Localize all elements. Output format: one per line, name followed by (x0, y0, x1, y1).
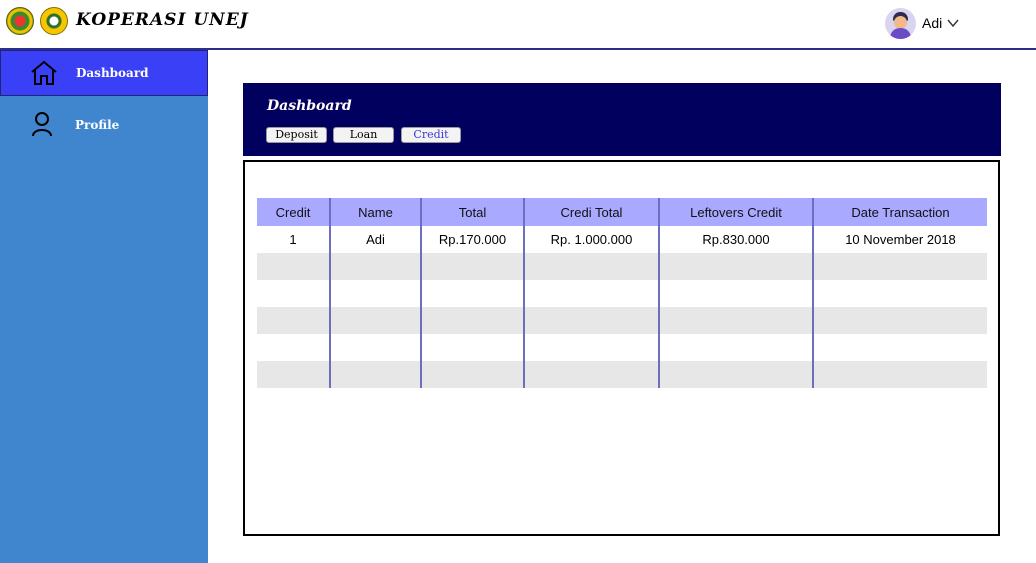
column-header: Date Transaction (812, 198, 987, 226)
table-row (257, 253, 987, 280)
table-cell (420, 361, 524, 388)
column-header: Name (329, 198, 421, 226)
table-cell (257, 307, 330, 334)
column-header: Credit (257, 198, 330, 226)
column-header: Credi Total (523, 198, 659, 226)
table-cell (812, 334, 987, 361)
table-cell (658, 361, 813, 388)
table-cell (420, 253, 524, 280)
table-cell: 10 November 2018 (812, 226, 987, 253)
table-row (257, 280, 987, 307)
home-icon (31, 60, 57, 85)
tab-deposit[interactable]: Deposit (266, 127, 327, 143)
table-cell: Rp.830.000 (658, 226, 813, 253)
user-icon (32, 112, 52, 137)
sidebar: Dashboard Profile (0, 50, 208, 563)
table-cell: Adi (329, 226, 421, 253)
dashboard-panel-header: Dashboard Deposit Loan Credit (243, 83, 1001, 156)
table-cell (523, 334, 659, 361)
page-title: Dashboard (267, 98, 352, 114)
column-header: Leftovers Credit (658, 198, 813, 226)
column-header: Total (420, 198, 524, 226)
chevron-down-icon[interactable] (946, 16, 960, 30)
table-cell (420, 334, 524, 361)
user-menu[interactable]: Adi (885, 7, 960, 39)
table-cell (523, 280, 659, 307)
sidebar-item-label: Dashboard (76, 66, 149, 80)
table-cell: Rp.170.000 (420, 226, 524, 253)
table-cell (257, 253, 330, 280)
table-cell (257, 361, 330, 388)
user-name[interactable]: Adi (922, 15, 942, 31)
credit-table: Credit Name Total Credi Total Leftovers … (257, 198, 987, 388)
table-cell (523, 253, 659, 280)
sidebar-item-label: Profile (75, 118, 120, 132)
avatar[interactable] (885, 7, 916, 39)
table-header-row: Credit Name Total Credi Total Leftovers … (257, 198, 987, 226)
table-cell (329, 253, 421, 280)
table-cell (257, 280, 330, 307)
table-cell (523, 361, 659, 388)
table-cell (523, 307, 659, 334)
table-cell (812, 253, 987, 280)
table-cell (329, 334, 421, 361)
table-cell (329, 307, 421, 334)
top-header: KOPERASI UNEJ Adi (0, 0, 1036, 50)
table-row (257, 334, 987, 361)
table-row: 1 Adi Rp.170.000 Rp. 1.000.000 Rp.830.00… (257, 226, 987, 253)
sidebar-item-profile[interactable]: Profile (0, 102, 208, 148)
sidebar-item-dashboard[interactable]: Dashboard (0, 50, 208, 96)
university-logo (40, 7, 68, 35)
table-cell (812, 280, 987, 307)
brand-title: KOPERASI UNEJ (76, 10, 249, 30)
table-cell (658, 280, 813, 307)
tab-loan[interactable]: Loan (333, 127, 394, 143)
table-cell (420, 280, 524, 307)
table-cell (658, 307, 813, 334)
table-cell (420, 307, 524, 334)
table-row (257, 307, 987, 334)
table-cell (812, 307, 987, 334)
table-cell (329, 361, 421, 388)
table-cell: 1 (289, 232, 297, 247)
table-cell (329, 280, 421, 307)
table-cell (257, 334, 330, 361)
table-cell (658, 334, 813, 361)
table-row (257, 361, 987, 388)
table-cell: Rp. 1.000.000 (523, 226, 659, 253)
koperasi-logo (6, 7, 34, 35)
table-cell (812, 361, 987, 388)
credit-panel: Credit Name Total Credi Total Leftovers … (243, 160, 1000, 536)
table-cell (658, 253, 813, 280)
tab-credit[interactable]: Credit (401, 127, 461, 143)
